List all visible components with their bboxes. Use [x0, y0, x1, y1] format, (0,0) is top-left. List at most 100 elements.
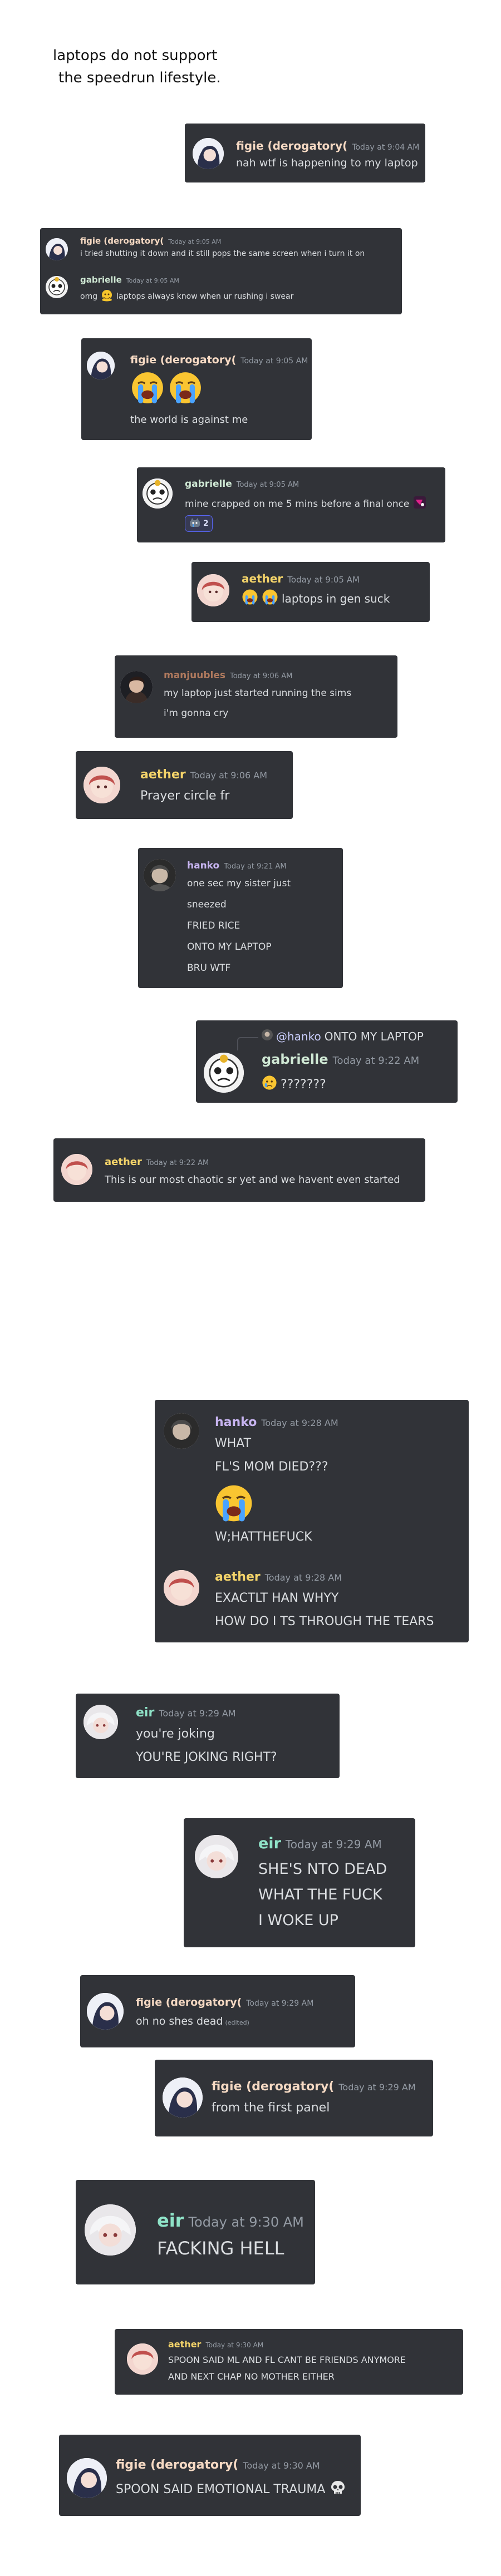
- author-name[interactable]: gabrielle: [262, 1052, 328, 1067]
- author-name[interactable]: hanko: [215, 1415, 257, 1429]
- timestamp: Today at 9:05 AM: [236, 481, 299, 489]
- timestamp: Today at 9:06 AM: [229, 672, 293, 680]
- message-text: WHAT: [215, 1437, 252, 1450]
- avatar-figie[interactable]: [46, 238, 68, 260]
- avatar-aether[interactable]: [61, 1154, 92, 1185]
- aether-avatar-icon: [127, 2343, 158, 2375]
- aether-avatar-icon: [61, 1154, 92, 1185]
- avatar-aether[interactable]: [84, 767, 120, 803]
- author-name[interactable]: gabrielle: [185, 478, 232, 490]
- message-text: W;HATTHEFUCK: [215, 1530, 312, 1544]
- author-name[interactable]: figie (derogatory(: [130, 354, 236, 366]
- timestamp: Today at 9:22 AM: [146, 1159, 209, 1167]
- author-name[interactable]: figie (derogatory(: [236, 139, 347, 152]
- figie-avatar-icon: [87, 1993, 124, 2030]
- message-text: i tried shutting it down and it still po…: [80, 249, 365, 258]
- crying-face-icon: [262, 1075, 277, 1094]
- avatar-eir[interactable]: [85, 2204, 136, 2256]
- avatar-figie[interactable]: [163, 2077, 203, 2118]
- author-name[interactable]: gabrielle: [80, 275, 122, 285]
- author-name[interactable]: aether: [242, 572, 283, 585]
- message-text: SPOON SAID ML AND FL CANT BE FRIENDS ANY…: [168, 2355, 406, 2365]
- message-text: mine crapped on me 5 mins before a final…: [185, 498, 410, 510]
- avatar-figie[interactable]: [67, 2458, 107, 2498]
- avatar-aether[interactable]: [164, 1570, 199, 1606]
- message-card: gabrielle Today at 9:05 AM mine crapped …: [137, 467, 445, 542]
- avatar-eir[interactable]: [195, 1835, 238, 1878]
- reply-preview[interactable]: @hanko ONTO MY LAPTOP: [237, 1029, 424, 1050]
- author-name[interactable]: aether: [140, 768, 186, 782]
- aether-avatar-icon: [84, 767, 120, 803]
- avatar-manjuubles[interactable]: [120, 671, 153, 703]
- author-name[interactable]: eir: [136, 1706, 154, 1720]
- avatar-gabrielle[interactable]: [143, 478, 173, 509]
- avatar-eir[interactable]: [84, 1705, 118, 1739]
- author-name[interactable]: figie (derogatory(: [116, 2458, 238, 2472]
- author-name[interactable]: figie (derogatory(: [136, 1996, 242, 2009]
- avatar-figie[interactable]: [87, 1993, 124, 2030]
- timestamp: Today at 9:29 AM: [338, 2082, 416, 2093]
- timestamp: Today at 9:29 AM: [285, 1838, 382, 1851]
- figie-avatar-icon: [193, 138, 224, 169]
- author-name[interactable]: eir: [157, 2210, 184, 2231]
- timestamp: Today at 9:22 AM: [332, 1055, 420, 1067]
- crying-cat-icon: [189, 517, 201, 530]
- message-text: EXACTLT HAN WHYY: [215, 1591, 339, 1605]
- caption-line-2: the speedrun lifestyle.: [58, 70, 221, 86]
- avatar-gabrielle[interactable]: [46, 276, 68, 298]
- caption-line-1: laptops do not support: [53, 47, 218, 64]
- message-text: sneezed: [187, 899, 227, 910]
- message-text: the world is against me: [130, 414, 248, 426]
- timestamp: Today at 9:05 AM: [287, 575, 360, 585]
- message-text: oh no shes dead: [136, 2015, 223, 2027]
- timestamp: Today at 9:30 AM: [243, 2460, 320, 2471]
- avatar-figie[interactable]: [193, 138, 224, 169]
- message-text: This is our most chaotic sr yet and we h…: [105, 1174, 400, 1186]
- author-name[interactable]: eir: [258, 1835, 281, 1852]
- eir-avatar-icon: [85, 2204, 136, 2256]
- figie-avatar-icon: [67, 2458, 107, 2498]
- manjuubles-avatar-icon: [120, 671, 153, 703]
- timestamp: Today at 9:28 AM: [264, 1572, 342, 1583]
- avatar-aether[interactable]: [127, 2343, 158, 2375]
- message-card: aether Today at 9:05 AM laptops in gen s…: [191, 562, 430, 622]
- custom-emoji-icon: [412, 495, 427, 512]
- timestamp: Today at 9:04 AM: [352, 143, 420, 152]
- avatar-aether[interactable]: [197, 574, 229, 606]
- message-text: from the first panel: [212, 2101, 330, 2115]
- gabrielle-avatar-icon: [143, 478, 173, 509]
- message-card: @hanko ONTO MY LAPTOP gabrielle Today at…: [196, 1020, 458, 1103]
- author-name[interactable]: aether: [215, 1570, 261, 1584]
- message-text: YOU'RE JOKING RIGHT?: [136, 1750, 277, 1764]
- message-text: laptops always know when ur rushing i sw…: [116, 292, 294, 301]
- author-name[interactable]: aether: [105, 1156, 142, 1168]
- loudly-crying-face-icon: [168, 371, 203, 407]
- author-name[interactable]: figie (derogatory(: [80, 236, 164, 246]
- message-text: you're joking: [136, 1727, 215, 1741]
- avatar-gabrielle[interactable]: [204, 1053, 244, 1093]
- author-name[interactable]: aether: [168, 2339, 201, 2350]
- timestamp: Today at 9:28 AM: [261, 1418, 338, 1428]
- reaction-count: 2: [203, 519, 209, 528]
- eir-avatar-icon: [195, 1835, 238, 1878]
- reaction-pill[interactable]: 2: [185, 515, 213, 532]
- skull-icon: [330, 2479, 346, 2499]
- figie-avatar-icon: [87, 352, 115, 379]
- edited-label: (edited): [225, 2019, 249, 2026]
- timestamp: Today at 9:30 AM: [188, 2214, 304, 2230]
- author-name[interactable]: hanko: [187, 860, 219, 871]
- message-text: my laptop just started running the sims: [164, 688, 352, 699]
- author-name[interactable]: manjuubles: [164, 670, 225, 681]
- message-card: aether Today at 9:06 AM Prayer circle fr: [76, 751, 293, 819]
- message-card: figie (derogatory( Today at 9:05 AM the …: [81, 338, 312, 440]
- timestamp: Today at 9:05 AM: [168, 238, 222, 245]
- author-name[interactable]: figie (derogatory(: [212, 2080, 334, 2094]
- timestamp: Today at 9:30 AM: [205, 2341, 264, 2349]
- message-text: FRIED RICE: [187, 920, 240, 931]
- avatar-figie[interactable]: [87, 352, 115, 379]
- timestamp: Today at 9:05 AM: [126, 277, 179, 284]
- message-text: laptops in gen suck: [282, 591, 390, 605]
- avatar-hanko[interactable]: [144, 859, 176, 891]
- avatar-hanko[interactable]: [164, 1413, 199, 1449]
- reply-mention[interactable]: @hanko: [276, 1030, 321, 1043]
